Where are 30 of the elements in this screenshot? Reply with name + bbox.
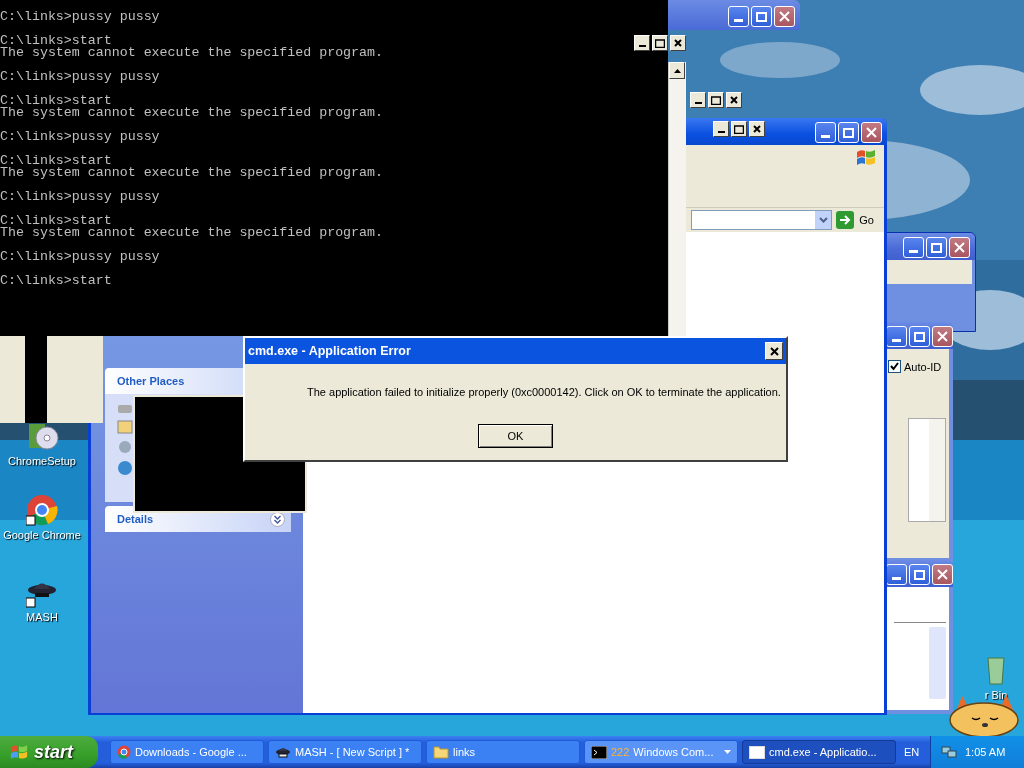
console-line: C:\links>start [0, 95, 112, 107]
clock: 1:05 AM [965, 746, 1006, 758]
start-button[interactable]: start [0, 736, 98, 768]
icon-label[interactable]: ChromeSetup [8, 455, 76, 467]
error-message: The application failed to initialize properly (0xc0000142). Click on OK to terminate the application. [307, 385, 781, 399]
language-indicator[interactable]: EN [904, 746, 920, 758]
dialog-title: cmd.exe - Application Error [248, 344, 411, 358]
taskbar-button[interactable]: Downloads - Google ... [110, 740, 264, 764]
console-line: C:\links>pussy pussy [0, 251, 160, 263]
console-line: C:\links>start [0, 215, 112, 227]
console-line: C:\links>start [0, 275, 112, 287]
taskbar-button[interactable]: 222 Windows Com... [584, 740, 738, 764]
console-line: C:\links>pussy pussy [0, 131, 160, 143]
taskbar-button[interactable]: cmd.exe - Applicatio... [742, 740, 896, 764]
console-line: C:\links>pussy pussy [0, 11, 160, 23]
icon-label[interactable]: MASH [26, 611, 58, 623]
console-line: C:\links>start [0, 155, 112, 167]
console-line: The system cannot execute the specified program. [0, 47, 383, 59]
taskbar-button[interactable]: MASH - [ New Script ] * [268, 740, 422, 764]
console-line: C:\links>pussy pussy [0, 71, 160, 83]
checkbox-label: Auto-ID [904, 360, 942, 373]
taskbar-button[interactable]: links [426, 740, 580, 764]
console-line: The system cannot execute the specified program. [0, 227, 383, 239]
console-line: The system cannot execute the specified program. [0, 107, 383, 119]
console-line: C:\links>start [0, 35, 112, 47]
console-line: C:\links>pussy pussy [0, 191, 160, 203]
icon-label[interactable]: Google Chrome [3, 529, 81, 541]
console-line: The system cannot execute the specified program. [0, 167, 383, 179]
ok-button[interactable]: OK [478, 424, 553, 448]
go-button[interactable]: Go [836, 211, 880, 229]
